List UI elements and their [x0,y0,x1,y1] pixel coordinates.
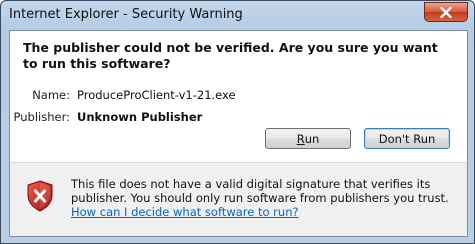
name-label: Name: [32,88,70,102]
shield-error-icon [27,180,53,212]
security-warning-dialog: Internet Explorer - Security Warning The… [0,0,475,244]
publisher-value: Unknown Publisher [77,110,203,124]
warning-message: This file does not have a valid digital … [71,177,461,219]
dont-run-button-label: Don't Run [378,131,436,146]
title-bar[interactable]: Internet Explorer - Security Warning [1,1,474,29]
run-button[interactable]: Run [265,128,351,149]
dialog-main-panel: The publisher could not be verified. Are… [10,31,467,162]
help-link[interactable]: How can I decide what software to run? [71,205,299,219]
name-value: ProduceProClient-v1-21.exe [77,88,236,102]
warning-footer: This file does not have a valid digital … [10,163,467,236]
close-icon [440,6,452,18]
window-title: Internet Explorer - Security Warning [9,7,243,22]
dont-run-button[interactable]: Don't Run [364,128,450,149]
run-button-mnemonic: R [296,131,305,146]
warning-heading: The publisher could not be verified. Are… [23,40,438,71]
dialog-content: The publisher could not be verified. Are… [9,30,468,237]
run-button-label-post: un [304,131,320,146]
warning-text: This file does not have a valid digital … [71,177,449,205]
close-button[interactable] [424,2,468,22]
publisher-label: Publisher: [13,110,70,124]
